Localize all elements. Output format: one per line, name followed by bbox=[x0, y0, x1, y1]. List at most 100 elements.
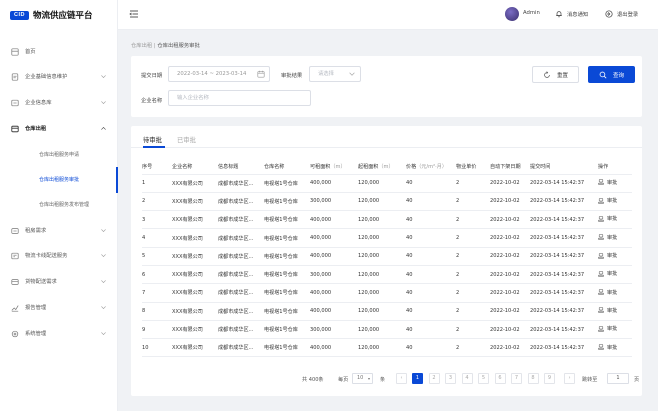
per-page-unit: 条 bbox=[380, 377, 386, 383]
per-page-select[interactable]: 10 ▾ bbox=[352, 373, 373, 384]
tab-pending[interactable]: 待审批 bbox=[143, 135, 162, 144]
column-header: 序号 bbox=[142, 160, 172, 175]
approve-icon bbox=[598, 252, 604, 259]
approve-label: 审批 bbox=[607, 216, 618, 223]
page-button[interactable]: 8 bbox=[527, 373, 539, 384]
approve-action[interactable]: 审批 bbox=[598, 197, 617, 204]
table-cell: 40 bbox=[406, 283, 456, 303]
table-cell: 电视塔1号仓库 bbox=[264, 338, 310, 358]
approve-action[interactable]: 审批 bbox=[598, 179, 617, 186]
sidebar-item-delivery[interactable]: 物流卡线配送服务 bbox=[0, 249, 118, 263]
sidebar-item-label: 仓库出租 bbox=[25, 126, 47, 132]
table-cell: 2022-03-14 15:42:37 bbox=[530, 320, 598, 340]
approval-list-panel: 待审批 已审批 序号 企业名称 信息标题 仓库名称 可租面积（m） 起租面积（m） 价格（元… bbox=[131, 126, 642, 396]
logout-button[interactable]: 退出登录 bbox=[605, 7, 638, 21]
breadcrumb-parent[interactable]: 仓库出租 bbox=[131, 43, 152, 49]
table-cell: 2 bbox=[456, 283, 490, 303]
per-page-label: 每页 bbox=[338, 377, 349, 383]
tab-approved[interactable]: 已审批 bbox=[177, 135, 196, 144]
page-button[interactable]: 5 bbox=[478, 373, 489, 384]
notification-button[interactable]: 消息通知 bbox=[555, 7, 588, 21]
approve-action[interactable]: 审批 bbox=[598, 344, 617, 351]
table-cell: 1 bbox=[142, 174, 172, 193]
page-button[interactable]: 1 bbox=[412, 373, 423, 384]
approve-action[interactable]: 审批 bbox=[598, 215, 617, 222]
prev-page-button[interactable]: ‹ bbox=[396, 373, 407, 384]
sidebar-item-enterprise-db[interactable]: 企业信息库 bbox=[0, 96, 118, 110]
table-cell: 2022-03-14 15:42:37 bbox=[530, 247, 598, 266]
search-icon bbox=[599, 71, 607, 78]
table-cell: 2022-10-02 bbox=[490, 338, 530, 358]
reset-icon bbox=[544, 70, 550, 78]
table-cell: 成都市成华区... bbox=[218, 247, 264, 266]
column-header-label: 可租面积 bbox=[310, 164, 331, 171]
goto-page-input[interactable]: 1 bbox=[607, 373, 629, 384]
table-cell: 电视塔1号仓库 bbox=[264, 320, 310, 340]
table-row: 6 XXX有限公司 成都市成华区... 电视塔1号仓库 300,000 120,000 40… bbox=[142, 265, 632, 285]
table-row: 5 XXX有限公司 成都市成华区... 电视塔1号仓库 400,000 120,000 40… bbox=[142, 247, 632, 266]
column-header-label: 序号 bbox=[142, 164, 153, 171]
brand-logo[interactable]: CID 物流供应链平台 bbox=[10, 8, 93, 22]
approve-label: 审批 bbox=[607, 307, 618, 314]
chevron-down-icon bbox=[100, 278, 108, 286]
column-header-label: 企业名称 bbox=[172, 164, 193, 171]
table-row: 10 XXX有限公司 成都市成华区... 电视塔1号仓库 400,000 120,000 4… bbox=[142, 338, 632, 358]
page-button[interactable]: 4 bbox=[461, 373, 473, 384]
page-button[interactable]: 7 bbox=[511, 373, 522, 384]
approve-action[interactable]: 审批 bbox=[598, 325, 617, 332]
date-range-picker[interactable]: 2022-03-14 ~ 2023-03-14 bbox=[168, 66, 270, 82]
table-cell: 成都市成华区... bbox=[218, 338, 264, 358]
sidebar-item-rent-demand[interactable]: 租房需求 bbox=[0, 224, 118, 238]
table-cell: 400,000 bbox=[310, 210, 358, 230]
approve-action[interactable]: 审批 bbox=[598, 307, 617, 314]
approve-action[interactable]: 审批 bbox=[598, 289, 617, 296]
table-cell: XXX有限公司 bbox=[172, 228, 218, 248]
query-button[interactable]: 查询 bbox=[588, 66, 635, 83]
menu-toggle-icon[interactable] bbox=[129, 9, 139, 19]
column-header-label: 物业单价 bbox=[456, 164, 477, 171]
top-header: Admin 消息通知 退出登录 bbox=[118, 0, 658, 30]
table-cell: 400,000 bbox=[310, 174, 358, 193]
sidebar-subitem-approve[interactable]: 仓库出租服务审批 bbox=[0, 167, 118, 193]
sidebar-subitem-publish[interactable]: 仓库出租服务发布管理 bbox=[0, 198, 118, 212]
sidebar-subitem-apply[interactable]: 仓库出租服务申请 bbox=[0, 148, 118, 162]
sidebar-item-label: 租房需求 bbox=[25, 228, 47, 234]
approve-action[interactable]: 审批 bbox=[598, 252, 617, 259]
column-header: 起租面积（m） bbox=[358, 160, 406, 175]
sidebar-item-report[interactable]: 报告管理 bbox=[0, 301, 118, 315]
pagination: 共 400条 每页 10 ▾ 条 ‹ 123456789 › 跳转至 1 页 bbox=[131, 373, 642, 387]
result-select[interactable]: 请选择 bbox=[309, 66, 361, 82]
app-root: CID 物流供应链平台 首页 企业基础信息维护 企业信息库 仓库出租 仓库出租服… bbox=[0, 0, 658, 411]
page-button[interactable]: 6 bbox=[494, 373, 506, 384]
table-cell: 300,000 bbox=[310, 320, 358, 340]
total-count: 共 400条 bbox=[302, 377, 324, 383]
page-button[interactable]: 2 bbox=[428, 373, 440, 384]
approve-action[interactable]: 审批 bbox=[598, 234, 617, 241]
avatar[interactable] bbox=[505, 7, 519, 21]
table-cell: 2022-03-14 15:42:37 bbox=[530, 192, 598, 212]
company-input[interactable]: 输入企业名称 bbox=[168, 90, 311, 106]
table-cell: 120,000 bbox=[358, 210, 406, 230]
user-name[interactable]: Admin bbox=[523, 10, 540, 16]
table-row: 4 XXX有限公司 成都市成华区... 电视塔1号仓库 400,000 120,000 40… bbox=[142, 228, 632, 248]
column-header-label: 价格 bbox=[406, 164, 417, 171]
bell-icon bbox=[556, 11, 562, 18]
page-button[interactable]: 3 bbox=[445, 373, 456, 384]
table-cell-action: 审批 bbox=[598, 265, 632, 285]
sidebar-item-home[interactable]: 首页 bbox=[0, 45, 118, 59]
next-page-button[interactable]: › bbox=[564, 373, 575, 384]
table-cell: 120,000 bbox=[358, 283, 406, 303]
approve-action[interactable]: 审批 bbox=[598, 270, 617, 277]
approve-icon bbox=[598, 289, 604, 295]
column-header-unit: （m） bbox=[378, 164, 394, 171]
chevron-up-icon bbox=[100, 125, 108, 133]
page-button[interactable]: 9 bbox=[544, 373, 555, 384]
sidebar-item-cargo[interactable]: 货物配送需求 bbox=[0, 275, 118, 289]
table-cell: 电视塔1号仓库 bbox=[264, 228, 310, 248]
sidebar-item-enterprise-info[interactable]: 企业基础信息维护 bbox=[0, 70, 118, 84]
sidebar-item-system[interactable]: 系统管理 bbox=[0, 327, 118, 341]
column-header: 可租面积（m） bbox=[310, 160, 358, 175]
sidebar-item-warehouse-rental[interactable]: 仓库出租 bbox=[0, 122, 118, 136]
approve-icon bbox=[598, 344, 604, 350]
reset-button[interactable]: 重置 bbox=[532, 66, 579, 83]
